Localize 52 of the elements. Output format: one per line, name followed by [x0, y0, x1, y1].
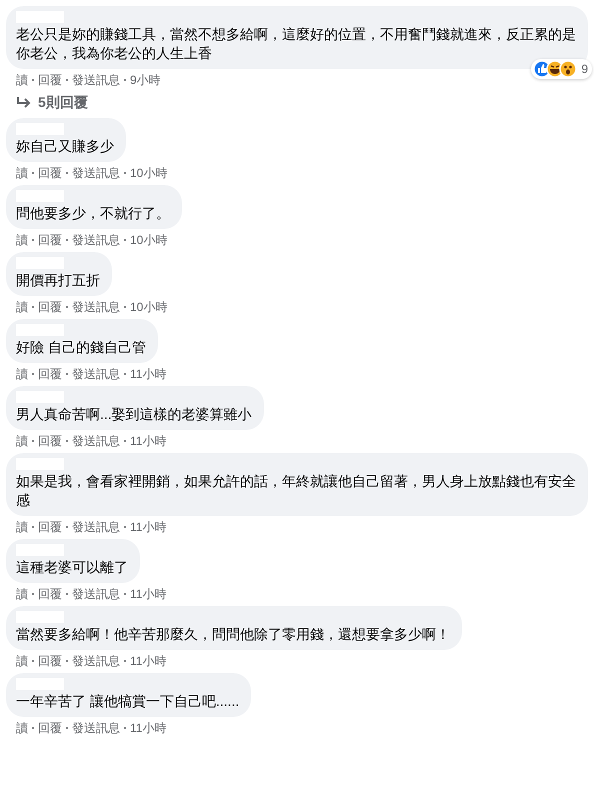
comment-time[interactable]: 10小時 [130, 300, 168, 314]
comment-action-link[interactable]: 發送訊息 [72, 587, 120, 601]
comment-time[interactable]: 10小時 [130, 166, 168, 180]
comment-action-link[interactable]: 讀 [16, 73, 28, 87]
comment-time[interactable]: 11小時 [130, 520, 166, 534]
comment-text: 當然要多給啊！他辛苦那麼久，問問他除了零用錢，還想要拿多少啊！ [16, 625, 450, 644]
view-replies-link[interactable]: 5則回覆 [6, 92, 88, 118]
comment-text: 這種老婆可以離了 [16, 558, 128, 577]
comment-action-link[interactable]: 回覆 [38, 233, 62, 247]
comment-action-link[interactable]: 讀 [16, 300, 28, 314]
comment-action-link[interactable]: 發送訊息 [72, 721, 120, 735]
comment-time[interactable]: 11小時 [130, 587, 166, 601]
comment-action-link[interactable]: 回覆 [38, 166, 62, 180]
comment-time[interactable]: 11小時 [130, 434, 166, 448]
comment-action-link[interactable]: 回覆 [38, 520, 62, 534]
comment-action-link[interactable]: 回覆 [38, 300, 62, 314]
comment-action-link[interactable]: 回覆 [38, 73, 62, 87]
comment-text: 男人真命苦啊...娶到這樣的老婆算雖小 [16, 405, 252, 424]
comment-text: 一年辛苦了 讓他犒賞一下自己吧...... [16, 692, 240, 711]
comment-action-link[interactable]: 讀 [16, 166, 28, 180]
reaction-summary[interactable]: 9 [531, 59, 592, 79]
comment-action-link[interactable]: 讀 [16, 520, 28, 534]
comment-action-link[interactable]: 讀 [16, 654, 28, 668]
comment-action-link[interactable]: 發送訊息 [72, 367, 120, 381]
comment-action-link[interactable]: 發送訊息 [72, 300, 120, 314]
comment-action-link[interactable]: 發送訊息 [72, 520, 120, 534]
comment-action-link[interactable]: 回覆 [38, 721, 62, 735]
comment-action-link[interactable]: 發送訊息 [72, 654, 120, 668]
comment-time[interactable]: 9小時 [130, 73, 161, 87]
comment-action-link[interactable]: 發送訊息 [72, 73, 120, 87]
comment-action-link[interactable]: 讀 [16, 721, 28, 735]
reply-arrow-icon [16, 96, 32, 110]
comment-action-link[interactable]: 發送訊息 [72, 434, 120, 448]
comment-time[interactable]: 11小時 [130, 367, 166, 381]
comment-action-link[interactable]: 發送訊息 [72, 233, 120, 247]
comment-action-link[interactable]: 回覆 [38, 654, 62, 668]
comment-text: 好險 自己的錢自己管 [16, 338, 146, 357]
comment-action-link[interactable]: 讀 [16, 434, 28, 448]
comment-text: 如果是我，會看家裡開銷，如果允許的話，年終就讓他自己留著，男人身上放點錢也有安全感 [16, 472, 576, 510]
comment-action-link[interactable]: 回覆 [38, 367, 62, 381]
comment-action-link[interactable]: 讀 [16, 367, 28, 381]
comment-action-link[interactable]: 讀 [16, 233, 28, 247]
comment-time[interactable]: 10小時 [130, 233, 168, 247]
comment-time[interactable]: 11小時 [130, 654, 166, 668]
comment-text: 妳自己又賺多少 [16, 137, 114, 156]
comment-action-link[interactable]: 讀 [16, 587, 28, 601]
comment-time[interactable]: 11小時 [130, 721, 166, 735]
comment-text: 問他要多少，不就行了。 [16, 204, 170, 223]
comment-text: 開價再打五折 [16, 271, 100, 290]
comment-action-link[interactable]: 發送訊息 [72, 166, 120, 180]
comment-action-link[interactable]: 回覆 [38, 587, 62, 601]
comment-action-link[interactable]: 回覆 [38, 434, 62, 448]
